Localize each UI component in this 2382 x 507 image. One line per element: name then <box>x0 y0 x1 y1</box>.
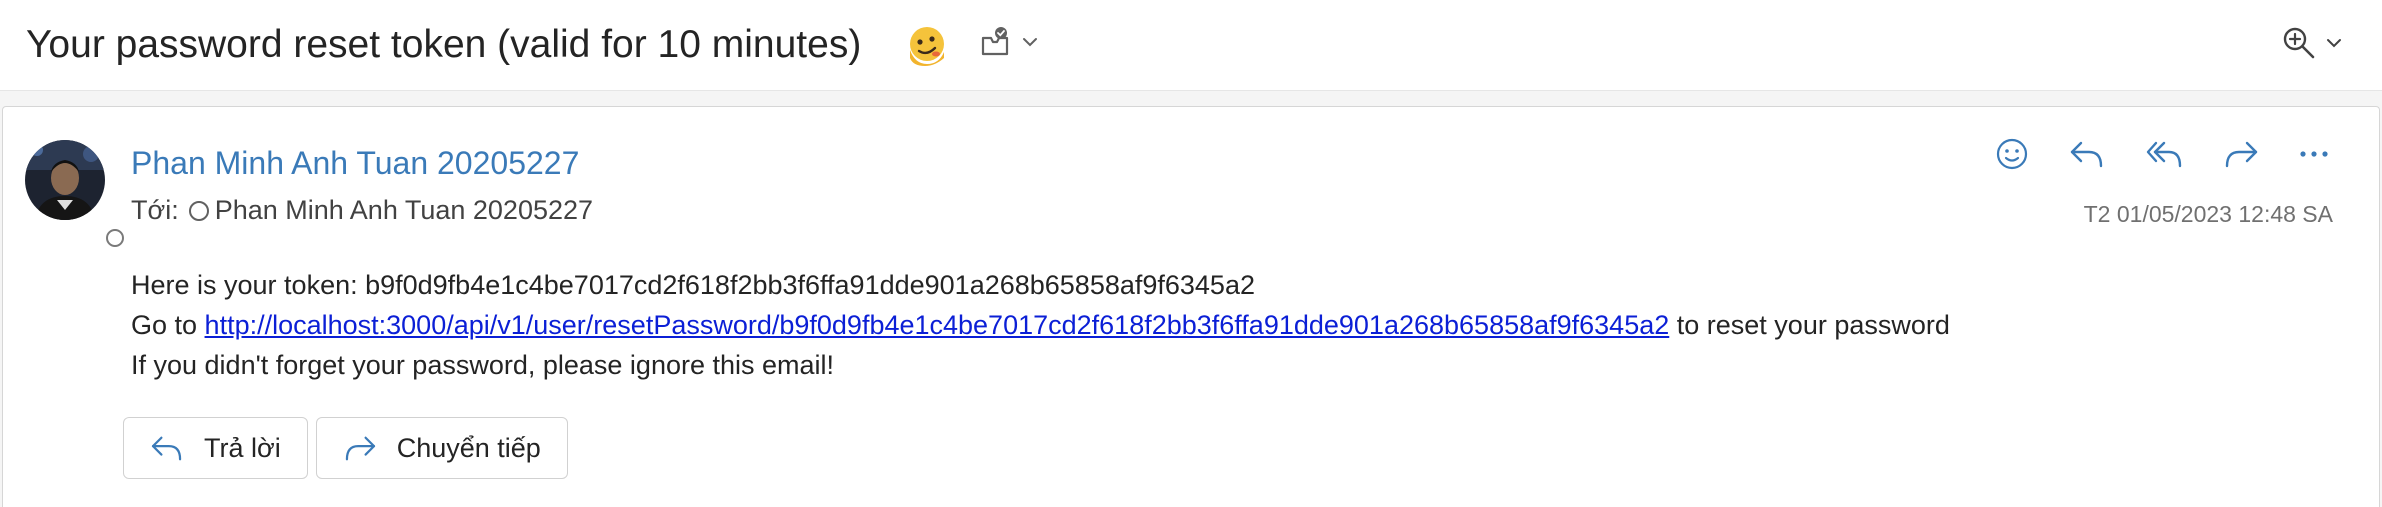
message-card: Phan Minh Anh Tuan 20205227 Tới: Phan Mi… <box>2 106 2380 507</box>
recipient-line: Tới: Phan Minh Anh Tuan 20205227 <box>131 195 593 226</box>
body-line-link: Go to http://localhost:3000/api/v1/user/… <box>131 305 1950 345</box>
melting-face-emoji-icon <box>910 27 944 66</box>
chevron-down-icon[interactable] <box>2326 37 2342 49</box>
reply-button[interactable]: Trả lời <box>123 417 308 479</box>
to-label: Tới: <box>131 195 179 225</box>
forward-icon[interactable] <box>2223 139 2259 169</box>
forward-icon <box>345 436 375 461</box>
smiley-icon[interactable] <box>1995 137 2029 171</box>
recipient-presence-icon <box>188 200 209 221</box>
zoom-control[interactable] <box>2282 26 2342 60</box>
reply-all-icon[interactable] <box>2145 139 2183 169</box>
presence-status-icon <box>103 226 127 250</box>
forward-button-label: Chuyển tiếp <box>396 432 541 463</box>
subject-bar: Your password reset token (valid for 10 … <box>0 0 2382 91</box>
message-actions <box>1995 137 2329 171</box>
forward-button[interactable]: Chuyển tiếp <box>315 417 568 479</box>
message-body: Here is your token: b9f0d9fb4e1c4be7017c… <box>131 265 1950 385</box>
body-link-prefix: Go to <box>131 310 205 340</box>
email-subject: Your password reset token (valid for 10 … <box>26 23 862 66</box>
subject-actions <box>980 26 1038 58</box>
sender-photo <box>25 140 105 220</box>
reply-icon <box>151 436 182 461</box>
zoom-in-icon[interactable] <box>2282 26 2316 60</box>
more-icon[interactable] <box>2299 149 2329 159</box>
avatar[interactable] <box>25 140 127 250</box>
recipient-name[interactable]: Phan Minh Anh Tuan 20205227 <box>215 195 593 226</box>
body-link-suffix: to reset your password <box>1669 310 1950 340</box>
sender-name[interactable]: Phan Minh Anh Tuan 20205227 <box>131 145 579 182</box>
body-line-ignore: If you didn't forget your password, plea… <box>131 350 835 380</box>
reset-password-link[interactable]: http://localhost:3000/api/v1/user/resetP… <box>205 310 1670 340</box>
quick-actions: Trả lời Chuyển tiếp <box>123 417 568 479</box>
reply-icon[interactable] <box>2069 139 2105 169</box>
body-line-token: Here is your token: b9f0d9fb4e1c4be7017c… <box>131 270 1255 300</box>
message-date: T2 01/05/2023 12:48 SA <box>2083 201 2333 227</box>
reply-button-label: Trả lời <box>204 432 281 463</box>
chevron-down-icon[interactable] <box>1022 36 1038 48</box>
mailbox-check-icon[interactable] <box>980 26 1010 58</box>
